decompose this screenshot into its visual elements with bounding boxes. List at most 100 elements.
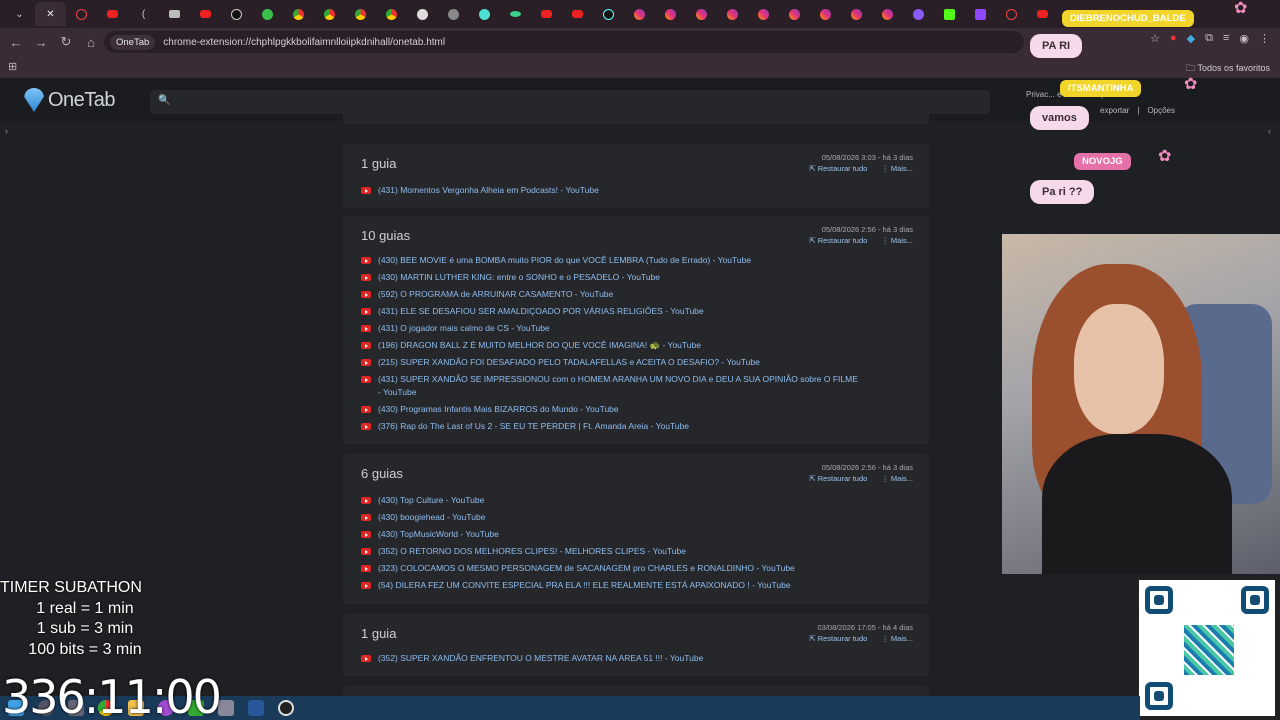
tab-link[interactable]: (196) DRAGON BALL Z É MUITO MELHOR DO QU… [361, 339, 861, 352]
tab-19[interactable] [624, 2, 655, 26]
tab-15[interactable] [500, 2, 531, 26]
tab-3[interactable]: ( [128, 2, 159, 26]
restore-all-link[interactable]: ⇱ Restaurar tudo [809, 236, 867, 245]
webcam-feed [1002, 234, 1280, 574]
tab-group: 1 guia 05/08/2026 3:03 - há 3 dias ⇱ Res… [343, 144, 929, 208]
restore-all-link[interactable]: ⇱ Restaurar tudo [809, 474, 867, 483]
more-link[interactable]: ⋮ Mais... [881, 474, 913, 483]
reload-icon[interactable]: ↻ [54, 30, 78, 54]
address-bar[interactable]: OneTab chrome-extension://chphlpgkkbolif… [104, 31, 1024, 53]
tab-12[interactable] [407, 2, 438, 26]
tab-link[interactable]: (54) DILERA FEZ UM CONVITE ESPECIAL PRA … [361, 579, 861, 592]
subathon-rule: 1 sub = 3 min [36, 620, 134, 637]
more-link[interactable]: ⋮ Mais... [881, 236, 913, 245]
tab-link[interactable]: (376) Rap do The Last of Us 2 - SE EU TE… [361, 420, 861, 433]
home-icon[interactable]: ⌂ [79, 30, 103, 54]
tab-link[interactable]: (431) ELE SE DESAFIOU SER AMALDIÇOADO PO… [361, 305, 861, 318]
tab-1[interactable] [66, 2, 97, 26]
youtube-icon [361, 655, 371, 662]
youtube-icon [361, 423, 371, 430]
tab-27[interactable] [872, 2, 903, 26]
youtube-icon [361, 497, 371, 504]
left-panel-toggle-icon[interactable]: › [5, 126, 8, 136]
tab-link[interactable]: (430) BEE MOVIE é uma BOMBA muito PIOR d… [361, 254, 861, 267]
flower-icon: ✿ [1234, 0, 1248, 17]
tab-14[interactable] [469, 2, 500, 26]
tab-2[interactable] [97, 2, 128, 26]
tab-6[interactable] [221, 2, 252, 26]
chat-message: Pa ri ?? [1030, 180, 1095, 204]
tab-24[interactable] [779, 2, 810, 26]
chat-message: vamos [1030, 106, 1089, 130]
tab-link[interactable]: (430) boogiehead - YouTube [361, 511, 861, 524]
tab-link[interactable]: (431) SUPER XANDÃO SE IMPRESSIONOU com o… [361, 373, 861, 399]
tab-group: 6 guias 05/08/2026 2:56 - há 3 dias ⇱ Re… [343, 454, 929, 604]
restore-all-link[interactable]: ⇱ Restaurar tudo [809, 164, 867, 173]
tab-29[interactable] [934, 2, 965, 26]
tab-link[interactable]: (430) TopMusicWorld - YouTube [361, 528, 861, 541]
tab-30[interactable] [965, 2, 996, 26]
tab-20[interactable] [655, 2, 686, 26]
tab-search-chevron-icon[interactable]: ⌄ [4, 2, 35, 26]
tab-4[interactable] [159, 2, 190, 26]
qr-code [1137, 578, 1277, 718]
shield-icon[interactable] [218, 700, 234, 716]
tab-link[interactable]: (323) COLOCAMOS O MESMO PERSONAGEM de SA… [361, 562, 861, 575]
tab-link-text: (592) O PROGRAMA de ARRUINAR CASAMENTO -… [378, 289, 614, 299]
tab-26[interactable] [841, 2, 872, 26]
tab-21[interactable] [686, 2, 717, 26]
tab-link-text: (431) Momentos Vergonha Alheia em Podcas… [378, 185, 599, 195]
tab-link[interactable]: (592) O PROGRAMA de ARRUINAR CASAMENTO -… [361, 288, 861, 301]
tab-link[interactable]: (431) Momentos Vergonha Alheia em Podcas… [361, 184, 861, 197]
onetab-drop-icon [24, 88, 44, 112]
restore-all-link[interactable]: ⇱ Restaurar tudo [809, 634, 867, 643]
tab-11[interactable] [376, 2, 407, 26]
tab-link[interactable]: (431) O jogador mais calmo de CS - YouTu… [361, 322, 861, 335]
obs-icon[interactable] [278, 700, 294, 716]
tab-9[interactable] [314, 2, 345, 26]
tab-link[interactable]: (352) SUPER XANDÃO ENFRENTOU O MESTRE AV… [361, 652, 861, 665]
tab-23[interactable] [748, 2, 779, 26]
group-actions: ⇱ Restaurar tudo ⋮ Mais... [809, 164, 913, 173]
tab-link[interactable]: (430) Programas Infantis Mais BIZARROS d… [361, 403, 861, 416]
search-icon: 🔍 [158, 95, 171, 106]
youtube-icon [361, 274, 371, 281]
more-link[interactable]: ⋮ Mais... [881, 164, 913, 173]
tab-17[interactable] [562, 2, 593, 26]
tab-onetab-active[interactable]: ✕ [35, 2, 66, 26]
apps-grid-icon[interactable]: ⊞ [8, 60, 17, 73]
tab-10[interactable] [345, 2, 376, 26]
onetab-logo[interactable]: OneTab [24, 88, 116, 112]
screen: ⌄ ✕ ( ← → ↻ ⌂ OneTab chrome-extension://… [0, 0, 1280, 720]
tab-18[interactable] [593, 2, 624, 26]
tab-16[interactable] [531, 2, 562, 26]
tab-link[interactable]: (215) SUPER XANDÃO FOI DESAFIADO PELO TA… [361, 356, 861, 369]
tab-7[interactable] [252, 2, 283, 26]
tab-13[interactable] [438, 2, 469, 26]
forward-arrow-icon[interactable]: → [29, 30, 53, 54]
tab-8[interactable] [283, 2, 314, 26]
tab-link[interactable]: (352) O RETORNO DOS MELHORES CLIPES! - M… [361, 545, 861, 558]
tab-22[interactable] [717, 2, 748, 26]
more-link[interactable]: ⋮ Mais... [881, 634, 913, 643]
tab-link[interactable]: (430) MARTIN LUTHER KING: entre o SONHO … [361, 271, 861, 284]
tab-group: 1 guia 03/08/2026 17:05 - há 4 dias ⇱ Re… [343, 614, 929, 676]
webcam-face [1074, 304, 1164, 434]
tab-link-text: (215) SUPER XANDÃO FOI DESAFIADO PELO TA… [378, 357, 760, 367]
back-arrow-icon[interactable]: ← [4, 30, 28, 54]
word-icon[interactable] [248, 700, 264, 716]
subathon-rule: 1 real = 1 min [36, 599, 134, 617]
tab-link-text: (323) COLOCAMOS O MESMO PERSONAGEM de SA… [378, 563, 795, 573]
tab-link-text: (54) DILERA FEZ UM CONVITE ESPECIAL PRA … [378, 580, 791, 590]
tab-5[interactable] [190, 2, 221, 26]
extension-chip[interactable]: OneTab [110, 34, 156, 50]
qr-pattern [1184, 625, 1234, 675]
tab-25[interactable] [810, 2, 841, 26]
tab-28[interactable] [903, 2, 934, 26]
tab-link[interactable]: (430) Top Culture - YouTube [361, 494, 861, 507]
tab-group [343, 106, 929, 124]
chat-username: DIEBRENOCHUD_BALDE [1062, 10, 1194, 27]
qr-finder [1241, 586, 1269, 614]
tab-link-text: (430) BEE MOVIE é uma BOMBA muito PIOR d… [378, 255, 752, 265]
tab-link-text: (430) Programas Infantis Mais BIZARROS d… [378, 404, 619, 414]
